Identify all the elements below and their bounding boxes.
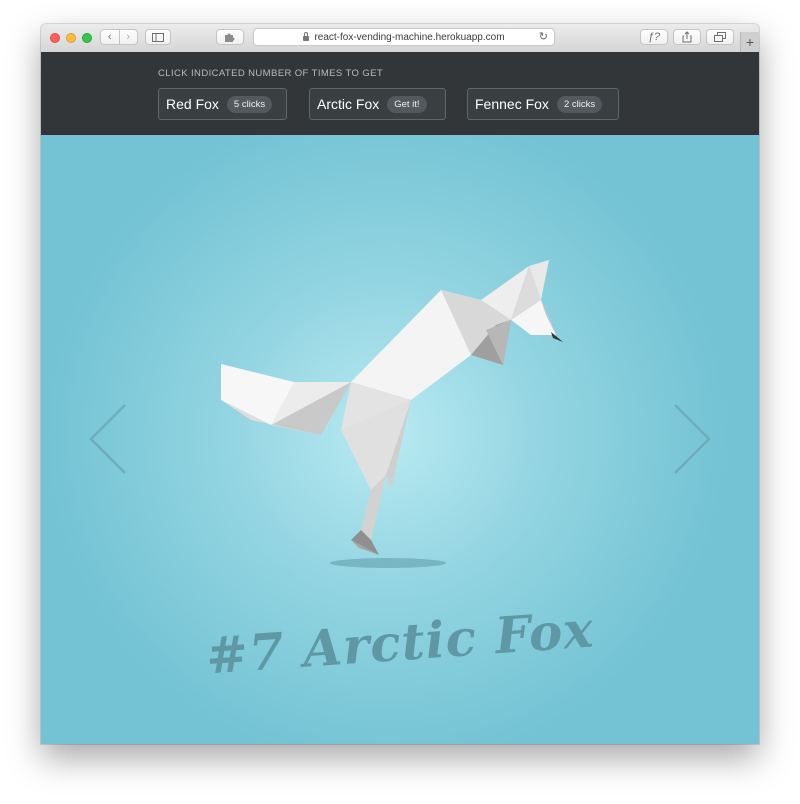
forward-button[interactable]: › [118, 30, 138, 44]
history-nav: ‹ › [100, 29, 138, 45]
browser-window: ‹ › react-fox-vending-machine.herokuapp.… [41, 24, 759, 744]
sidebar-toggle-button[interactable] [145, 29, 171, 45]
sidebar-icon [152, 32, 164, 42]
arctic-fox-label: Arctic Fox [317, 96, 380, 112]
share-icon [682, 31, 692, 43]
puzzle-icon [225, 33, 235, 42]
new-tab-button[interactable]: + [740, 32, 759, 52]
arctic-fox-button[interactable]: Arctic Fox Get it! [309, 88, 446, 120]
origami-fox-illustration [221, 260, 563, 568]
fox-title: #7 Arctic Fox [204, 599, 596, 686]
red-fox-label: Red Fox [166, 96, 219, 112]
chevron-right-icon[interactable] [665, 403, 715, 475]
vending-header: CLICK INDICATED NUMBER OF TIMES TO GET R… [41, 52, 759, 135]
tabs-icon [714, 32, 726, 42]
reader-button[interactable]: ƒ? [640, 29, 668, 45]
arctic-fox-badge: Get it! [387, 95, 427, 113]
tab-overview-button[interactable] [706, 29, 734, 45]
close-window-button[interactable] [50, 33, 60, 43]
fox-stage: #7 Arctic Fox [41, 135, 759, 744]
fennec-fox-badge: 2 clicks [556, 95, 603, 113]
extension-button[interactable] [216, 29, 244, 45]
lock-icon [303, 31, 310, 41]
share-button[interactable] [673, 29, 701, 45]
red-fox-badge: 5 clicks [226, 95, 273, 113]
fennec-fox-label: Fennec Fox [475, 96, 549, 112]
reload-icon[interactable]: ↻ [539, 30, 548, 43]
url-text: react-fox-vending-machine.herokuapp.com [314, 31, 505, 43]
browser-toolbar: ‹ › react-fox-vending-machine.herokuapp.… [41, 24, 759, 53]
reader-icon: ƒ? [647, 31, 661, 43]
back-button[interactable]: ‹ [101, 30, 119, 44]
minimize-window-button[interactable] [66, 33, 76, 43]
fennec-fox-button[interactable]: Fennec Fox 2 clicks [467, 88, 619, 120]
header-caption: CLICK INDICATED NUMBER OF TIMES TO GET [158, 68, 384, 79]
zoom-window-button[interactable] [82, 33, 92, 43]
address-bar[interactable]: react-fox-vending-machine.herokuapp.com … [253, 28, 555, 46]
chevron-left-icon[interactable] [85, 403, 135, 475]
red-fox-button[interactable]: Red Fox 5 clicks [158, 88, 287, 120]
